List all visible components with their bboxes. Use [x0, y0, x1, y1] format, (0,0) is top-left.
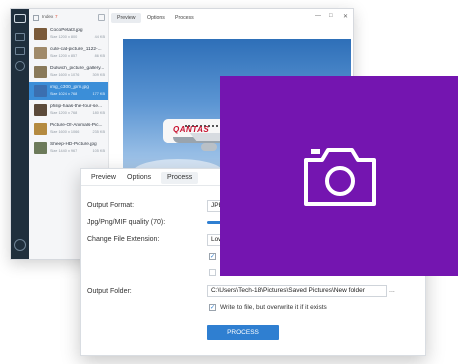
- tab-options[interactable]: Options: [121, 172, 157, 184]
- option-checkbox-1[interactable]: ✓: [209, 253, 216, 260]
- file-dimensions: Size 1200 x 800: [50, 35, 78, 39]
- delete-icon[interactable]: [98, 14, 105, 21]
- file-size: 177 KB: [92, 92, 105, 96]
- list-item-selected[interactable]: img_c300_jpm.jpg Size 1024 x 768 177 KB: [29, 82, 108, 100]
- file-name: Dulwich_picture_gallery...: [50, 66, 105, 71]
- list-item[interactable]: cute-cat-picture_1122-... Size 1200 x 85…: [29, 44, 108, 62]
- file-dimensions: Size 1024 x 768: [50, 92, 78, 96]
- file-size: 105 KB: [92, 149, 105, 153]
- output-folder-label: Output Folder:: [87, 288, 132, 295]
- file-name: philip-haas-the-four-se...: [50, 104, 102, 109]
- file-name: cute-cat-picture_1122-...: [50, 47, 102, 52]
- browse-folder-button[interactable]: ...: [389, 287, 395, 294]
- file-name: Picture-Of-Animals-Pic...: [50, 123, 103, 128]
- tab-process[interactable]: Process: [161, 172, 199, 184]
- list-item[interactable]: Sheep-HD-Picture.jpg Size 1440 x 967 105…: [29, 139, 108, 157]
- file-size: 309 KB: [92, 73, 105, 77]
- left-rail: [11, 9, 29, 259]
- info-icon[interactable]: [15, 61, 25, 71]
- thumbnail: [34, 123, 47, 135]
- output-format-label: Output Format:: [87, 202, 135, 209]
- file-name: CocoPetal3.jpg: [50, 28, 83, 33]
- airline-logo-text: QANTAS: [173, 125, 210, 134]
- tab-preview[interactable]: Preview: [111, 13, 142, 23]
- list-item[interactable]: CocoPetal3.jpg Size 1200 x 800 44 KB: [29, 25, 108, 43]
- tab-preview[interactable]: Preview: [85, 172, 122, 184]
- thumbnail: [34, 85, 47, 97]
- file-dimensions: Size 1600 x 1066: [50, 130, 80, 134]
- file-dimensions: Size 1440 x 967: [50, 149, 78, 153]
- option-checkbox-2[interactable]: [209, 269, 216, 276]
- thumbnail: [34, 142, 47, 154]
- list-icon[interactable]: [15, 33, 25, 41]
- file-list-label: Index: [42, 14, 54, 19]
- file-count: 7: [55, 14, 58, 19]
- minimize-button[interactable]: —: [315, 13, 321, 19]
- overwrite-checkbox-label: Write to file, but overwrite it if it ex…: [220, 304, 327, 311]
- photo-app-card: [220, 76, 458, 276]
- camera-icon: [304, 148, 376, 206]
- app-logo-icon: [14, 14, 26, 23]
- overwrite-checkbox[interactable]: ✓: [209, 304, 216, 311]
- file-name: Sheep-HD-Picture.jpg: [50, 142, 97, 147]
- file-name: img_c300_jpm.jpg: [50, 85, 89, 90]
- thumbnail: [34, 66, 47, 78]
- output-folder-input[interactable]: C:\Users\Tech-18\Pictures\Saved Pictures…: [207, 285, 387, 297]
- list-item[interactable]: philip-haas-the-four-se... Size 1200 x 7…: [29, 101, 108, 119]
- list-item[interactable]: Picture-Of-Animals-Pic... Size 1600 x 10…: [29, 120, 108, 138]
- select-all-checkbox[interactable]: [33, 15, 39, 21]
- file-size: 180 KB: [92, 111, 105, 115]
- folder-icon[interactable]: [15, 47, 25, 55]
- settings-gear-icon[interactable]: [14, 239, 26, 251]
- file-dimensions: Size 1200 x 768: [50, 111, 78, 115]
- thumbnail: [34, 47, 47, 59]
- thumbnail: [34, 104, 47, 116]
- file-size: 235 KB: [92, 130, 105, 134]
- file-dimensions: Size 1200 x 857: [50, 54, 78, 58]
- file-size: 44 KB: [94, 35, 105, 39]
- file-list-header: Index 7: [33, 14, 107, 23]
- maximize-button[interactable]: □: [329, 13, 333, 19]
- quality-label: Jpg/Png/MIF quality (70):: [87, 219, 166, 226]
- tab-options[interactable]: Options: [141, 13, 171, 23]
- file-size: 86 KB: [94, 54, 105, 58]
- thumbnail: [34, 28, 47, 40]
- list-item[interactable]: Dulwich_picture_gallery... Size 1600 x 1…: [29, 63, 108, 81]
- file-dimensions: Size 1600 x 1076: [50, 73, 80, 77]
- extension-label: Change File Extension:: [87, 236, 160, 243]
- airplane-engine: [201, 143, 217, 151]
- close-button[interactable]: ✕: [343, 13, 348, 20]
- tab-process[interactable]: Process: [169, 13, 200, 23]
- process-button[interactable]: PROCESS: [207, 325, 279, 340]
